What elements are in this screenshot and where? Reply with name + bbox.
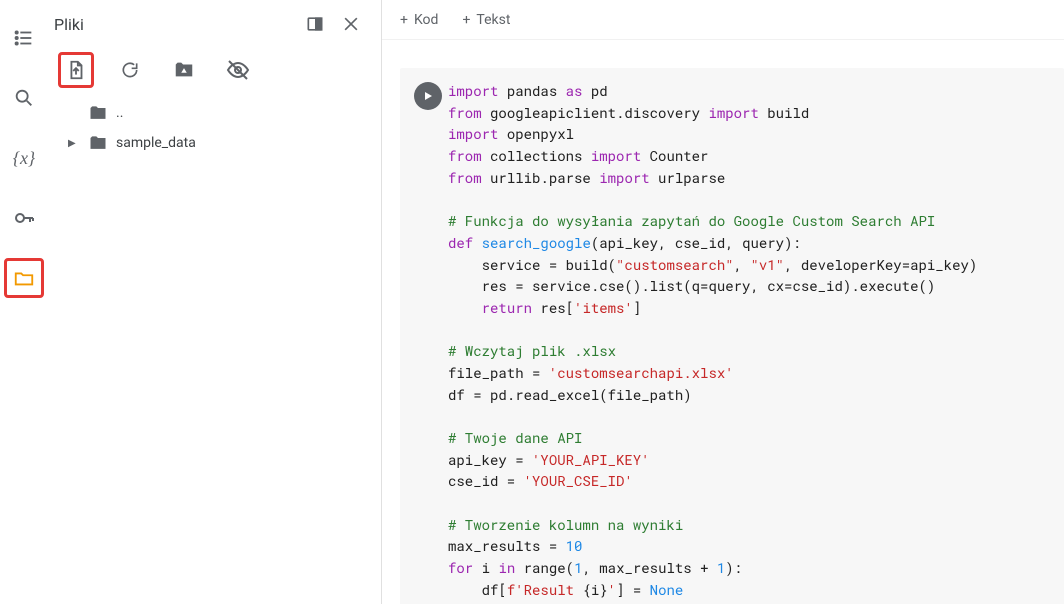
files-toolbar (48, 48, 381, 94)
tree-label: .. (116, 105, 123, 121)
files-panel: Pliki .. ▶ (48, 0, 382, 604)
files-title: Pliki (52, 15, 297, 34)
add-code-label: Kod (414, 12, 438, 28)
files-header: Pliki (48, 0, 381, 48)
file-tree: .. ▶ sample_data (48, 94, 381, 158)
folder-icon (88, 103, 108, 123)
notebook-toolbar: + Kod + Tekst (382, 0, 1064, 40)
chevron-right-icon: ▶ (68, 138, 80, 149)
search-icon[interactable] (4, 78, 44, 118)
files-icon[interactable] (4, 258, 44, 298)
toc-icon[interactable] (4, 18, 44, 58)
code-cell[interactable]: import pandas as pd from googleapiclient… (400, 68, 1064, 604)
plus-icon: + (400, 12, 408, 28)
close-icon[interactable] (333, 6, 369, 42)
new-window-icon[interactable] (297, 6, 333, 42)
add-text-button[interactable]: + Tekst (462, 12, 510, 28)
mount-drive-button[interactable] (166, 52, 202, 88)
run-column (408, 80, 448, 601)
toggle-hidden-button[interactable] (220, 52, 256, 88)
secrets-icon[interactable] (4, 198, 44, 238)
add-text-label: Tekst (476, 12, 510, 28)
refresh-button[interactable] (112, 52, 148, 88)
tree-item-sample-data[interactable]: ▶ sample_data (68, 128, 373, 158)
main-area: + Kod + Tekst import pandas as pd from g… (382, 0, 1064, 604)
folder-icon (88, 133, 108, 153)
variables-icon[interactable]: {x} (4, 138, 44, 178)
tree-label: sample_data (116, 135, 196, 151)
plus-icon: + (462, 12, 470, 28)
left-rail: {x} (0, 0, 48, 604)
tree-parent-dir[interactable]: .. (68, 98, 373, 128)
code-editor[interactable]: import pandas as pd from googleapiclient… (448, 80, 1052, 601)
upload-file-button[interactable] (58, 52, 94, 88)
add-code-button[interactable]: + Kod (400, 12, 438, 28)
cells-container: import pandas as pd from googleapiclient… (382, 40, 1064, 604)
run-cell-button[interactable] (414, 82, 442, 110)
